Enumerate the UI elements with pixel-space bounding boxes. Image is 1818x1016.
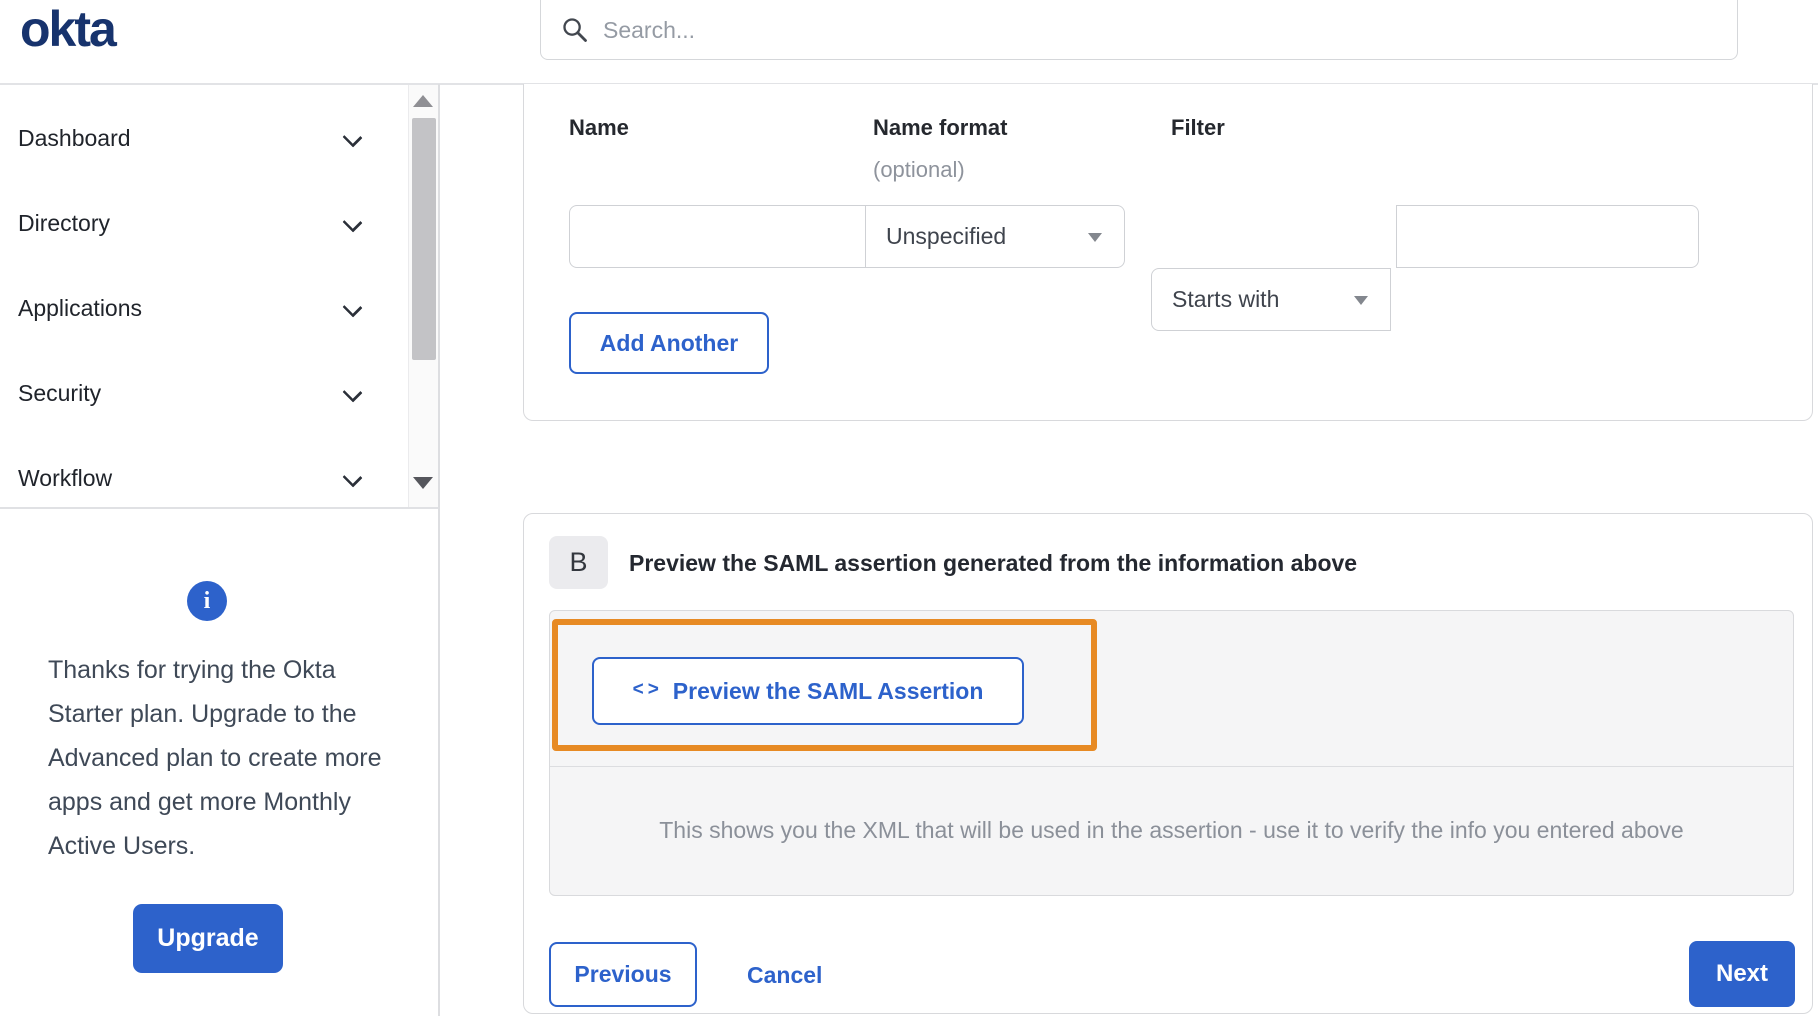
sidebar-item-workflow[interactable]: Workflow <box>0 446 408 510</box>
previous-button[interactable]: Previous <box>549 942 697 1007</box>
highlight-annotation <box>552 619 1097 751</box>
name-format-label: Name format <box>873 115 1008 140</box>
name-format-select[interactable]: Unspecified <box>865 205 1125 268</box>
chevron-down-icon <box>342 212 363 233</box>
sidebar-item-label: Security <box>18 379 102 406</box>
next-button[interactable]: Next <box>1689 941 1795 1007</box>
add-another-button[interactable]: Add Another <box>569 312 769 374</box>
attribute-panel: Name Name format (optional) Filter Unspe… <box>523 84 1813 421</box>
filter-value-input[interactable] <box>1396 205 1699 268</box>
filter-operator-select[interactable]: Starts with <box>1151 268 1391 331</box>
step-badge: B <box>549 536 608 589</box>
name-format-value: Unspecified <box>886 223 1007 249</box>
sidebar-item-dashboard[interactable]: Dashboard <box>0 106 408 170</box>
scroll-up-icon[interactable] <box>413 95 433 107</box>
chevron-down-icon <box>342 127 363 148</box>
scrollbar-thumb[interactable] <box>412 118 436 360</box>
scroll-down-icon[interactable] <box>413 477 433 489</box>
optional-label: (optional) <box>873 157 965 182</box>
search-box <box>540 0 1738 60</box>
cancel-link[interactable]: Cancel <box>747 962 822 989</box>
chevron-down-icon <box>342 382 363 403</box>
okta-admin-page: okta Dashboard Directory Applications Se… <box>0 0 1818 1016</box>
sidebar-item-label: Directory <box>18 209 111 236</box>
okta-logo[interactable]: okta <box>20 0 117 58</box>
info-icon: i <box>187 581 227 621</box>
filter-operator-value: Starts with <box>1172 286 1280 312</box>
preview-box-divider <box>550 766 1793 767</box>
chevron-down-icon <box>342 467 363 488</box>
upgrade-button[interactable]: Upgrade <box>133 904 283 973</box>
sidebar-nav-bottom-border <box>0 507 438 509</box>
sidebar-nav: Dashboard Directory Applications Securit… <box>0 85 440 507</box>
preview-description: This shows you the XML that will be used… <box>659 817 1684 843</box>
sidebar-item-applications[interactable]: Applications <box>0 276 408 340</box>
filter-label: Filter <box>1171 115 1225 140</box>
caret-down-icon <box>1354 295 1368 305</box>
sidebar-item-directory[interactable]: Directory <box>0 191 408 255</box>
sidebar-item-label: Workflow <box>18 464 113 491</box>
section-heading: Preview the SAML assertion generated fro… <box>629 550 1358 576</box>
sidebar-item-security[interactable]: Security <box>0 361 408 425</box>
promo-text: Thanks for trying the Okta Starter plan.… <box>48 656 382 860</box>
name-label: Name <box>569 115 629 140</box>
sidebar-scrollbar[interactable] <box>408 85 438 507</box>
sidebar-item-label: Dashboard <box>18 124 131 151</box>
search-input[interactable] <box>603 16 1717 44</box>
chevron-down-icon <box>342 297 363 318</box>
search-icon <box>563 18 587 42</box>
sidebar-item-label: Applications <box>18 294 143 321</box>
saml-preview-panel: B Preview the SAML assertion generated f… <box>523 513 1813 1014</box>
caret-down-icon <box>1088 232 1102 242</box>
name-input[interactable] <box>569 205 866 268</box>
